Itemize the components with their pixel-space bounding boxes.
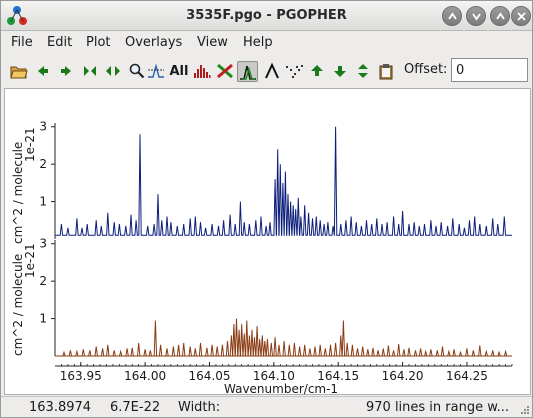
maximize-icon [496,12,505,20]
y-tick-label: 1 [39,312,47,326]
upper-spectrum-panel: 1 2 3 [39,120,512,239]
y-tick-label: 3 [39,237,47,251]
menu-help[interactable]: Help [243,35,273,50]
offset-label: Offset: [404,62,448,77]
bar-spectrum-icon [194,65,211,78]
zoom-icon [129,63,145,79]
maximize-button[interactable] [490,6,510,26]
lower-y-exponent: 1e-21 [23,243,37,278]
status-bar: 163.8974 6.7E-22 Width: 970 lines in ran… [1,396,532,417]
red-green-x-icon [217,63,233,79]
upper-y-exponent: 1e-21 [23,127,37,162]
x-tick-label: 164.20 [382,369,424,383]
arrow-up-icon [448,12,457,20]
x-tick-label: 164.25 [446,369,488,383]
menu-bar: File Edit Plot Overlays View Help [1,31,532,55]
y-tick-label: 2 [39,274,47,288]
menu-plot[interactable]: Plot [86,35,111,50]
peak-fit-icon [148,63,164,78]
title-bar[interactable]: 3535F.pgo - PGOPHER [1,1,532,31]
chevron-down-icon [472,13,481,21]
x-tick-label: 164.15 [317,369,359,383]
clipboard-icon [379,63,393,79]
lower-spectrum-trace [55,318,512,357]
x-tick-label: 164.00 [124,369,166,383]
lambda-peak-button[interactable] [262,61,282,81]
arrow-down-icon [334,66,346,77]
move-up-down-button[interactable] [353,61,373,81]
lambda-peak-icon [265,63,279,79]
arrow-up-icon [311,65,323,76]
expand-button[interactable] [103,61,123,81]
open-button[interactable] [9,61,29,81]
peak-fit-button[interactable] [146,61,166,81]
lower-spectrum-panel: 1 2 3 [39,237,512,357]
status-position: 163.8974 [29,400,92,415]
shrink-button[interactable] [80,61,100,81]
all-button[interactable]: All [168,61,190,81]
zoom-button[interactable] [127,61,147,81]
menu-view[interactable]: View [197,35,228,50]
keep-above-button[interactable] [442,6,462,26]
minimize-button[interactable] [466,6,486,26]
upper-spectrum-trace [55,126,512,236]
menu-edit[interactable]: Edit [47,35,72,50]
x-axis-label: Wavenumber/cm-1 [224,382,338,396]
status-width-label: Width: [178,400,221,415]
cross-button[interactable] [215,61,235,81]
expand-icon [106,66,120,76]
scatter-button[interactable] [284,61,304,81]
y-tick-label: 3 [39,120,47,134]
move-up-button[interactable] [307,61,327,81]
y-tick-label: 1 [39,195,47,209]
y-tick-label: 2 [39,157,47,171]
x-tick-label: 164.05 [188,369,230,383]
bar-spectrum-button[interactable] [192,61,212,81]
resize-grip-icon[interactable] [520,405,530,415]
move-down-button[interactable] [330,61,350,81]
arrow-left-icon [38,66,48,76]
close-icon [517,12,526,21]
status-lines-info: 970 lines in range w... [366,400,510,415]
x-tick-label: 163.95 [60,369,102,383]
x-axis: 163.95 164.00 164.05 164.10 164.15 164.20 164.… [55,362,513,383]
clipboard-button[interactable] [376,61,396,81]
shrink-icon [84,66,96,76]
status-intensity: 6.7E-22 [110,400,161,415]
spectrum-chart[interactable]: 123 123 163.95 164.00 164.05 164.10 164.15 16… [5,89,532,396]
arrow-right-icon [61,66,71,76]
overlay-peaks-button[interactable] [237,61,258,82]
close-button[interactable] [511,6,531,26]
up-down-icon [358,64,368,78]
x-tick-label: 164.10 [253,369,295,383]
spectrum-plot-area[interactable]: 123 123 163.95 164.00 164.05 164.10 164.15 16… [4,88,532,396]
pgopher-window: 3535F.pgo - PGOPHER File Edit Plot Overl… [0,0,533,418]
scroll-right-button[interactable] [56,61,76,81]
overlay-peaks-icon [239,65,256,80]
menu-overlays[interactable]: Overlays [125,35,182,50]
scatter-dots-icon [286,65,303,78]
menu-file[interactable]: File [11,35,33,50]
scroll-left-button[interactable] [33,61,53,81]
offset-input[interactable] [451,58,528,82]
open-folder-icon [10,66,28,79]
